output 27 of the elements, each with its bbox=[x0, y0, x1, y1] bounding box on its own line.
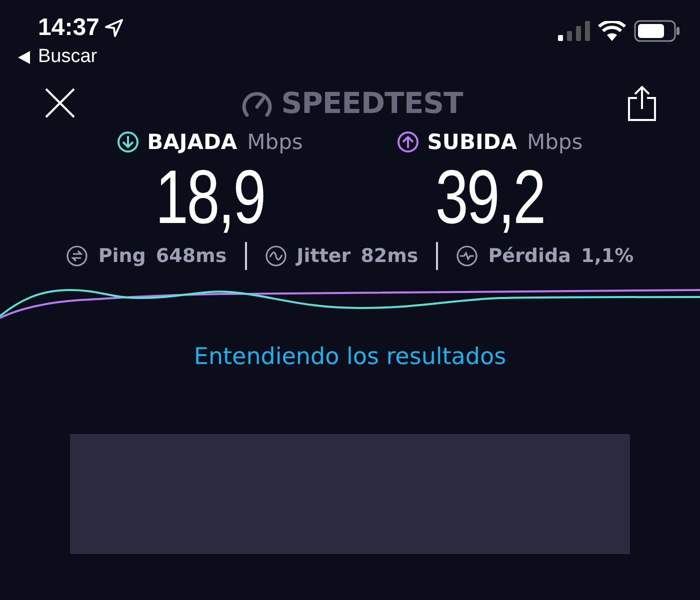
clock-time: 14:37 bbox=[38, 14, 100, 42]
battery-icon bbox=[634, 20, 680, 42]
gauge-icon bbox=[241, 89, 274, 117]
back-link[interactable]: Buscar bbox=[38, 46, 98, 68]
unit-label: Mbps bbox=[526, 130, 583, 154]
stat-value: 1,1% bbox=[580, 245, 634, 267]
wifi-icon bbox=[598, 21, 626, 41]
result-label: BAJADA bbox=[147, 130, 238, 154]
stat-value: 82ms bbox=[360, 245, 418, 267]
speed-value: 39,2 bbox=[435, 156, 545, 240]
stat-label: Pérdida bbox=[488, 245, 571, 267]
results-link[interactable]: Entendiendo los resultados bbox=[194, 344, 506, 370]
stat-value: 648ms bbox=[156, 245, 227, 267]
signal-icon bbox=[558, 21, 590, 41]
pulse-icon bbox=[456, 245, 478, 267]
stat-label: Ping bbox=[98, 245, 146, 267]
close-icon[interactable] bbox=[44, 87, 76, 119]
unit-label: Mbps bbox=[247, 130, 303, 154]
back-triangle-icon[interactable] bbox=[18, 50, 30, 64]
speedtest-logo: SPEEDTEST bbox=[281, 86, 463, 120]
wave-icon bbox=[264, 245, 287, 267]
result-label: SUBIDA bbox=[427, 130, 517, 154]
stat-label: Jitter bbox=[296, 245, 351, 267]
location-arrow-icon bbox=[105, 19, 124, 37]
speed-value: 18,9 bbox=[155, 156, 265, 240]
arrows-icon bbox=[66, 245, 88, 267]
share-icon[interactable] bbox=[628, 85, 656, 121]
